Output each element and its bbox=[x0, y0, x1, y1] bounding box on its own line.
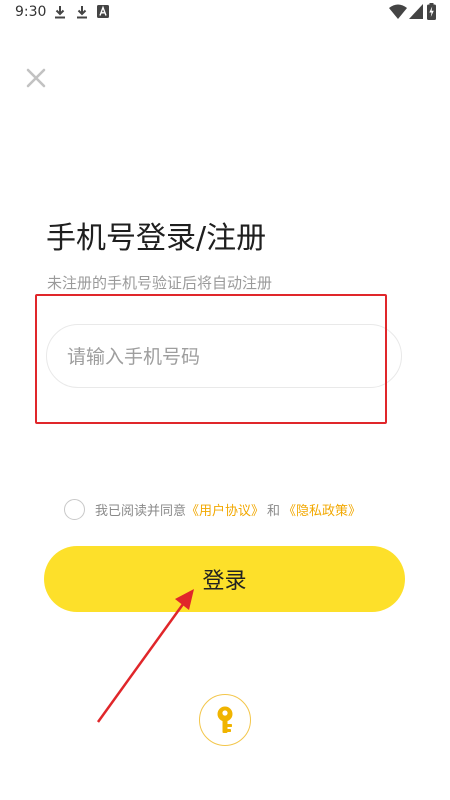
signal-icon bbox=[409, 4, 423, 19]
download-icon bbox=[54, 5, 66, 19]
user-agreement-link[interactable]: 《用户协议》 bbox=[186, 500, 264, 519]
page-title: 手机号登录/注册 bbox=[46, 221, 267, 256]
page-subtitle: 未注册的手机号验证后将自动注册 bbox=[47, 274, 273, 292]
download-icon bbox=[76, 5, 88, 19]
close-icon bbox=[24, 68, 48, 94]
status-bar: 9:30 bbox=[0, 0, 450, 26]
wifi-icon bbox=[389, 4, 407, 19]
close-button[interactable] bbox=[24, 66, 48, 90]
agreement-checkbox[interactable] bbox=[64, 498, 85, 520]
status-time: 9:30 bbox=[15, 4, 47, 20]
key-login-button[interactable] bbox=[199, 694, 251, 746]
battery-charging-icon bbox=[427, 3, 436, 20]
login-button[interactable]: 登录 bbox=[44, 546, 405, 612]
font-app-icon bbox=[97, 5, 109, 18]
agreement-row: 我已阅读并同意 《用户协议》 和 《隐私政策》 bbox=[64, 496, 361, 522]
agreement-and: 和 bbox=[267, 503, 281, 519]
agreement-text: 我已阅读并同意 bbox=[95, 503, 187, 519]
phone-input[interactable] bbox=[65, 325, 389, 389]
phone-field[interactable] bbox=[46, 324, 402, 389]
privacy-policy-link[interactable]: 《隐私政策》 bbox=[283, 500, 361, 519]
annotation-arrow bbox=[96, 589, 194, 723]
